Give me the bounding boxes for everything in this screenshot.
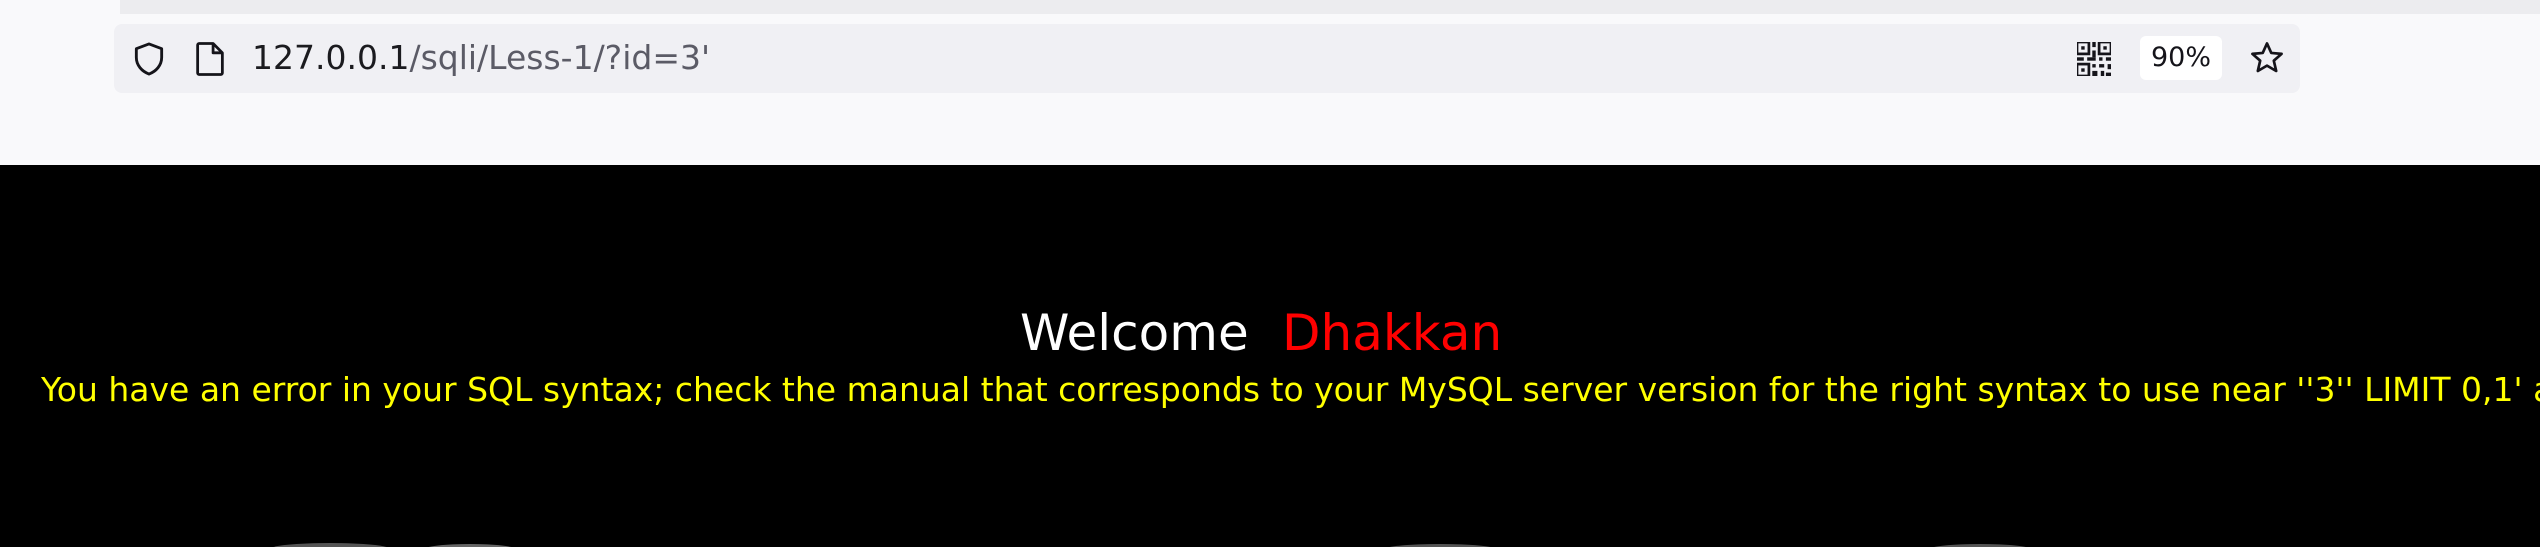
user-name-text: Dhakkan (1282, 304, 1503, 362)
tab-strip (0, 0, 2540, 14)
decorative-image-top-edge (273, 543, 2026, 547)
url-host: 127.0.0.1 (252, 38, 410, 77)
browser-chrome: 127.0.0.1/sqli/Less-1/?id=3' 90% (0, 0, 2540, 165)
sql-error-message: You have an error in your SQL syntax; ch… (41, 370, 2540, 409)
zoom-level-button[interactable]: 90% (2140, 36, 2222, 80)
qr-code-icon[interactable] (2077, 42, 2111, 76)
welcome-text: Welcome (1020, 304, 1249, 362)
url-text[interactable]: 127.0.0.1/sqli/Less-1/?id=3' (252, 36, 710, 80)
url-path: /sqli/Less-1/?id=3' (409, 38, 711, 77)
star-icon[interactable] (2248, 39, 2286, 77)
active-tab-edge (0, 0, 120, 14)
page-icon[interactable] (193, 40, 227, 78)
page-content: Welcome Dhakkan You have an error in you… (0, 165, 2540, 547)
shield-icon[interactable] (130, 40, 168, 78)
